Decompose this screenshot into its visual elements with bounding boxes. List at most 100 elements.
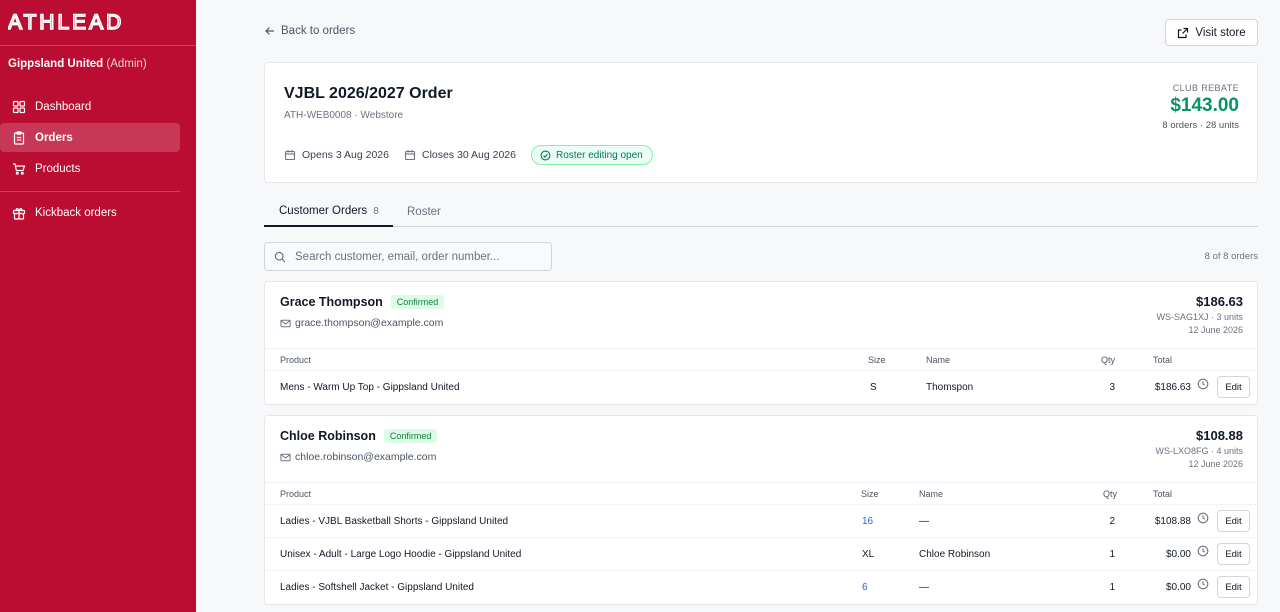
line-total: $0.00 (1165, 549, 1191, 560)
edit-button[interactable]: Edit (1217, 543, 1250, 565)
rebate-label: CLUB REBATE (1172, 83, 1239, 93)
history-icon[interactable] (1197, 505, 1209, 524)
product-name: Ladies - VJBL Basketball Shorts - Gippsl… (280, 516, 509, 527)
product-name: Mens - Warm Up Top - Gippsland United (280, 382, 460, 393)
external-link-icon (1177, 27, 1189, 39)
order-summary-card: VJBL 2026/2027 Order ATH-WEB0008 · Webst… (264, 62, 1258, 183)
print-name: — (919, 516, 929, 527)
check-circle-icon (540, 150, 551, 161)
sidebar-item-products[interactable]: Products (0, 154, 180, 183)
line-total: $186.63 (1154, 382, 1191, 393)
history-icon[interactable] (1197, 538, 1209, 557)
opens-label: Opens 3 Aug 2026 (302, 149, 389, 161)
customer-header: Chloe Robinson Confirmed chloe.robinson@… (265, 416, 1257, 483)
tab-roster[interactable]: Roster (407, 197, 441, 227)
customer-email-row: grace.thompson@example.com (280, 317, 443, 329)
product-name: Unisex - Adult - Large Logo Hoodie - Gip… (280, 549, 522, 560)
back-to-orders-link[interactable]: Back to orders (264, 25, 355, 37)
column-qty: Qty (1101, 355, 1116, 365)
line-total: $108.88 (1154, 516, 1191, 527)
print-name: — (919, 582, 929, 593)
closes-label: Closes 30 Aug 2026 (422, 149, 516, 161)
gift-icon (12, 206, 26, 220)
status-badge: Confirmed (390, 295, 445, 309)
search-icon (274, 251, 286, 263)
mail-icon (280, 452, 291, 463)
calendar-icon (404, 149, 416, 161)
sidebar-item-label: Kickback orders (35, 206, 117, 219)
sidebar: ATHLEAD Gippsland United (Admin) Dashboa… (0, 0, 196, 612)
product-qty: 1 (1109, 549, 1115, 560)
order-dates: Opens 3 Aug 2026 Closes 30 Aug 2026 Rost… (284, 145, 653, 165)
product-size: 16 (862, 516, 874, 527)
sidebar-nav: Dashboard Orders Products Kickback order… (0, 84, 196, 227)
sidebar-item-kickback-orders[interactable]: Kickback orders (0, 198, 180, 227)
customer-order-card: Grace Thompson Confirmed grace.thompson@… (264, 281, 1258, 405)
column-product: Product (280, 489, 312, 499)
roster-status-label: Roster editing open (556, 149, 643, 161)
tab-label: Customer Orders (279, 205, 368, 217)
roster-status-pill: Roster editing open (531, 145, 653, 165)
customer-order-card: Chloe Robinson Confirmed chloe.robinson@… (264, 415, 1258, 605)
edit-button[interactable]: Edit (1217, 510, 1250, 532)
calendar-icon (284, 149, 296, 161)
order-title: VJBL 2026/2027 Order (284, 85, 453, 102)
sidebar-item-label: Products (35, 162, 81, 175)
svg-text:ATHLEAD: ATHLEAD (8, 12, 124, 32)
dashboard-icon (12, 100, 26, 114)
column-total: Total (1153, 489, 1173, 499)
product-qty: 2 (1109, 516, 1115, 527)
visit-store-button[interactable]: Visit store (1165, 19, 1258, 46)
sidebar-item-label: Orders (35, 131, 73, 144)
product-size: S (870, 382, 877, 393)
column-total: Total (1153, 355, 1173, 365)
order-tabs: Customer Orders 8 Roster (264, 197, 1258, 227)
product-name: Ladies - Softshell Jacket - Gippsland Un… (280, 582, 474, 593)
edit-button[interactable]: Edit (1217, 376, 1250, 398)
mail-icon (280, 318, 291, 329)
edit-button[interactable]: Edit (1217, 576, 1250, 598)
column-size: Size (861, 489, 879, 499)
cart-icon (12, 162, 26, 176)
line-total: $0.00 (1165, 582, 1191, 593)
customer-name-row: Chloe Robinson Confirmed (280, 429, 438, 443)
customer-email: chloe.robinson@example.com (295, 451, 437, 463)
customer-email: grace.thompson@example.com (295, 317, 444, 329)
search-box (264, 242, 552, 271)
rebate-summary: 8 orders · 28 units (1162, 120, 1239, 131)
product-qty: 3 (1109, 382, 1115, 393)
tab-label: Roster (407, 206, 441, 218)
sidebar-item-orders[interactable]: Orders (0, 123, 180, 152)
sidebar-divider (0, 191, 180, 192)
column-product: Product (280, 355, 312, 365)
rebate-amount: $143.00 (1170, 95, 1239, 116)
customer-order-date: 12 June 2026 (1188, 325, 1243, 335)
customer-email-row: chloe.robinson@example.com (280, 451, 436, 463)
back-label: Back to orders (281, 25, 356, 37)
customer-total: $186.63 (1196, 294, 1243, 309)
column-size: Size (868, 355, 886, 365)
column-name: Name (919, 489, 944, 499)
customer-order-date: 12 June 2026 (1188, 459, 1243, 469)
customer-name-row: Grace Thompson Confirmed (280, 295, 445, 309)
table-row: Ladies - VJBL Basketball Shorts - Gippsl… (265, 505, 1257, 538)
product-size: XL (862, 549, 875, 560)
clipboard-icon (12, 130, 26, 145)
search-input[interactable] (295, 250, 535, 263)
customer-name: Grace Thompson (280, 295, 383, 309)
product-size: 6 (862, 582, 868, 593)
table-row: Unisex - Adult - Large Logo Hoodie - Gip… (265, 538, 1257, 571)
visit-store-label: Visit store (1195, 26, 1246, 39)
closes-date: Closes 30 Aug 2026 (404, 149, 516, 161)
customer-total: $108.88 (1196, 428, 1243, 443)
sidebar-item-dashboard[interactable]: Dashboard (0, 92, 180, 121)
customer-order-ref: WS-LXO8FG · 4 units (1155, 446, 1243, 456)
sidebar-item-label: Dashboard (35, 100, 92, 113)
club-role: (Admin) (106, 58, 147, 70)
opens-date: Opens 3 Aug 2026 (284, 149, 389, 161)
history-icon[interactable] (1197, 571, 1209, 590)
athlead-logo[interactable]: ATHLEAD (8, 12, 182, 32)
tab-customer-orders[interactable]: Customer Orders 8 (264, 197, 393, 227)
main-content: Back to orders Visit store VJBL 2026/202… (196, 0, 1280, 612)
history-icon[interactable] (1197, 371, 1209, 390)
